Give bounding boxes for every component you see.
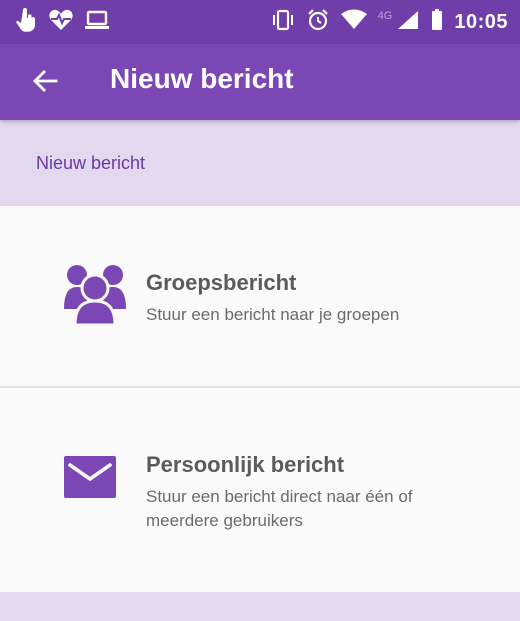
back-button[interactable]	[26, 64, 64, 102]
arrow-left-icon	[32, 68, 58, 99]
page-title: Nieuw bericht	[110, 63, 294, 94]
alarm-icon	[306, 8, 330, 37]
bottom-section-band	[0, 592, 520, 621]
section-header: Nieuw bericht	[0, 120, 520, 206]
battery-icon	[430, 8, 444, 37]
status-left-icons	[14, 7, 110, 38]
touch-hand-icon	[14, 7, 38, 38]
group-message-title: Groepsbericht	[146, 270, 297, 295]
vibrate-icon	[270, 8, 296, 37]
group-message-option[interactable]: Groepsbericht Stuur een bericht naar je …	[0, 206, 520, 386]
envelope-icon	[64, 456, 116, 498]
personal-message-description: Stuur een bericht direct naar één of mee…	[146, 487, 413, 530]
status-bar: 4G 10:05	[0, 0, 520, 44]
status-time: 10:05	[454, 10, 508, 33]
group-icon	[64, 261, 126, 327]
screen: 4G 10:05 Nieuw bericht Nieuw bericht Gro…	[0, 0, 520, 621]
group-message-description: Stuur een bericht naar je groepen	[146, 305, 400, 324]
section-header-text: Nieuw bericht	[36, 153, 146, 173]
personal-message-option[interactable]: Persoonlijk bericht Stuur een bericht di…	[0, 388, 520, 592]
personal-message-title: Persoonlijk bericht	[146, 452, 345, 477]
heart-pulse-icon	[48, 8, 74, 37]
wifi-icon	[340, 9, 368, 36]
laptop-icon	[84, 9, 110, 36]
network-type-label: 4G	[377, 10, 393, 22]
app-bar: Nieuw bericht	[0, 44, 520, 120]
status-right-icons: 4G 10:05	[270, 8, 508, 36]
signal-icon	[396, 9, 420, 36]
